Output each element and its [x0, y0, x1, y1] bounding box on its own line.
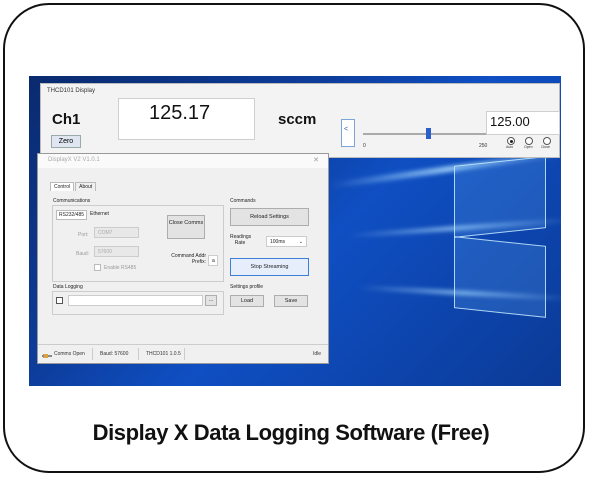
tab-ethernet[interactable]: Ethernet	[90, 211, 109, 217]
enable-rs485-label: Enable RS485	[104, 265, 137, 271]
port-select[interactable]: COM7	[94, 227, 139, 238]
baud-label: Baud:	[76, 251, 90, 257]
save-button[interactable]: Save	[274, 295, 308, 307]
mode-radio-auto[interactable]	[507, 137, 515, 145]
setpoint-slider-thumb[interactable]	[426, 128, 431, 139]
status-divider	[92, 348, 93, 360]
settings-window-titlebar: DisplayX V2 V1.0.1 ✕	[38, 154, 328, 168]
status-bar: Comms Open Baud: 57600 THCD101 1.0.5 Idl…	[38, 344, 328, 363]
data-logging-checkbox[interactable]	[56, 297, 63, 304]
channel-label: Ch1	[52, 111, 81, 128]
status-baud: Baud: 57600	[100, 351, 129, 357]
slider-toggle-button[interactable]: <	[341, 119, 355, 147]
log-file-path-input[interactable]	[68, 295, 203, 306]
commands-label: Commands	[230, 198, 256, 204]
setpoint-value: 125.00	[490, 114, 530, 129]
command-prefix-input[interactable]: a	[208, 255, 218, 266]
tab-control[interactable]: Control	[50, 182, 75, 191]
plug-icon	[42, 348, 52, 358]
readings-rate-value: 100ms	[270, 239, 286, 245]
mode-label-open: Open	[524, 145, 533, 149]
status-device: THCD101 1.0.5	[146, 351, 181, 357]
status-divider	[184, 348, 185, 360]
chevron-down-icon: ⌄	[298, 239, 303, 245]
caption: Display X Data Logging Software (Free)	[92, 420, 490, 445]
enable-rs485-checkbox[interactable]	[94, 264, 101, 271]
load-button[interactable]: Load	[230, 295, 264, 307]
stop-streaming-button[interactable]: Stop Streaming	[230, 258, 309, 276]
zero-button[interactable]: Zero	[51, 135, 81, 148]
status-state: Idle	[313, 351, 322, 357]
reload-settings-button[interactable]: Reload Settings	[230, 208, 309, 226]
data-logging-label: Data Logging	[53, 284, 83, 290]
unit-label: sccm	[278, 111, 317, 128]
mode-label-close: Close	[541, 145, 550, 149]
readings-rate-label: Readings Rate	[230, 234, 252, 246]
mode-label-auto: Auto	[506, 145, 514, 149]
port-label: Port:	[78, 232, 89, 238]
settings-window-title: DisplayX V2 V1.0.1	[48, 157, 100, 163]
slider-min-label: 0	[363, 143, 366, 149]
reading-value: 125.17	[149, 102, 211, 124]
status-divider	[138, 348, 139, 360]
tab-about[interactable]: About	[75, 182, 97, 191]
status-comms: Comms Open	[54, 351, 85, 357]
slider-max-label: 250	[479, 143, 488, 149]
settings-profile-label: Settings profile	[230, 284, 264, 290]
readings-rate-select[interactable]: 100ms ⌄	[266, 236, 307, 247]
display-window-title: THCD101 Display	[47, 88, 96, 94]
settings-window: DisplayX V2 V1.0.1 ✕ Control About Commun…	[37, 153, 329, 364]
browse-button[interactable]: ...	[205, 295, 217, 306]
close-comms-button[interactable]: Close Comms	[167, 215, 205, 239]
tab-rs232[interactable]: RS232/485	[56, 210, 88, 220]
mode-radio-open[interactable]	[525, 137, 533, 145]
windows-logo-pane-bottom	[454, 236, 546, 318]
chevron-left-icon: <	[344, 126, 349, 133]
display-window: THCD101 Display Ch1 Zero 125.17 sccm < 0…	[40, 83, 560, 158]
command-prefix-label: Command Addr Prefix:	[171, 253, 206, 265]
close-icon[interactable]: ✕	[313, 156, 319, 164]
communications-label: Communications	[53, 198, 91, 204]
windows-logo-pane-top	[454, 156, 546, 238]
mode-radio-close[interactable]	[543, 137, 551, 145]
baud-select[interactable]: 57600	[94, 246, 139, 257]
